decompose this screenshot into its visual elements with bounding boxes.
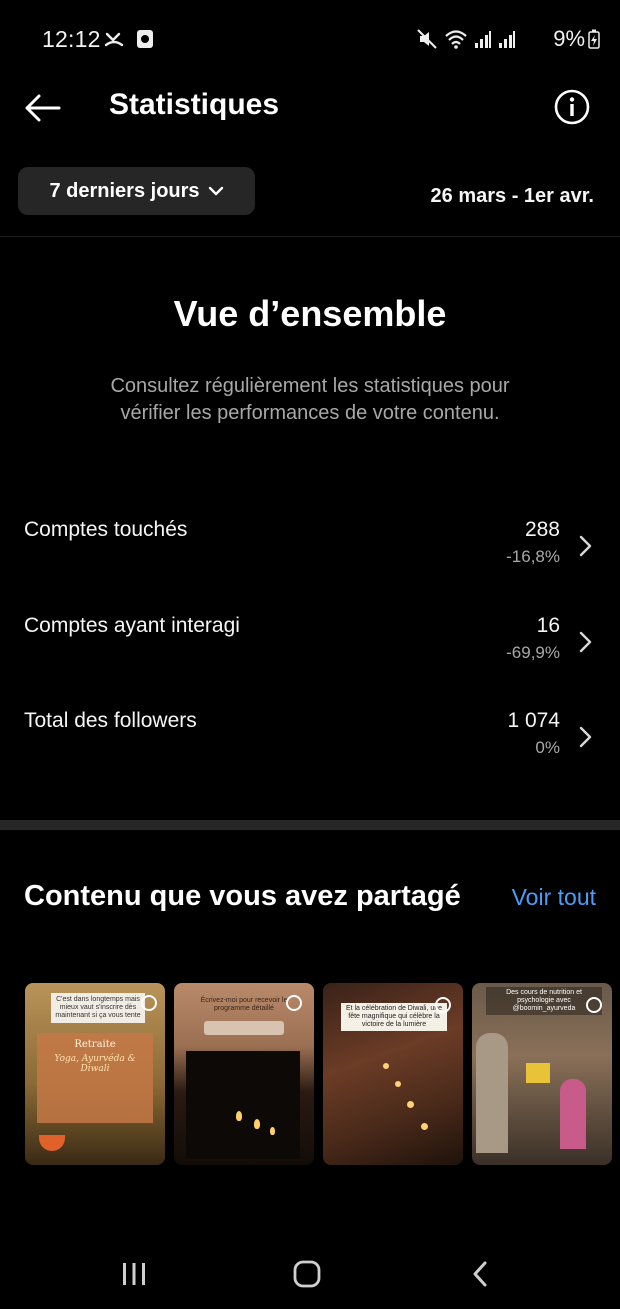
overview-title: Vue d’ensemble [173, 293, 447, 334]
period-label: 7 derniers jours [49, 179, 200, 202]
candle-flame-icon [254, 1119, 260, 1129]
candle-flame-icon [270, 1127, 275, 1135]
signal-icon-1 [475, 31, 491, 48]
signal-icon-2 [499, 31, 515, 48]
recent-apps-icon [123, 1263, 145, 1285]
story-ring-icon [141, 995, 157, 1011]
metric-row-accounts-reached[interactable]: Comptes touchés 288 -16,8% [0, 518, 620, 588]
metric-change: -69,9% [506, 643, 560, 662]
content-thumbnail-2[interactable]: Écrivez-moi pour recevoir le programme d… [174, 983, 314, 1165]
missed-call-icon [104, 32, 124, 47]
kitchen-object [526, 1063, 550, 1083]
mute-icon [417, 29, 437, 49]
content-thumbnail-3[interactable]: Et la célébration de Diwali, une fête ma… [323, 983, 463, 1165]
candle-flame-icon [236, 1111, 242, 1121]
status-right-icons [416, 26, 516, 52]
thumbnail-card: Retraite Yoga, Ayurvéda & Diwali [37, 1033, 153, 1123]
battery-charging-icon [588, 29, 600, 49]
section-divider [0, 820, 620, 830]
info-button[interactable] [554, 89, 590, 125]
divider [0, 236, 620, 237]
metric-change: -16,8% [506, 547, 560, 566]
metric-change: 0% [535, 738, 560, 757]
chevron-right-icon [579, 631, 592, 653]
metric-row-total-followers[interactable]: Total des followers 1 074 0% [0, 709, 620, 779]
page-title: Statistiques [109, 88, 280, 121]
question-box [204, 1021, 284, 1035]
period-dropdown[interactable]: 7 derniers jours [18, 167, 255, 215]
home-button[interactable] [287, 1256, 327, 1292]
story-ring-icon [435, 997, 451, 1013]
thumbnail-caption: Et la célébration de Diwali, une fête ma… [341, 1003, 447, 1031]
metric-value: 1 074 [507, 709, 560, 732]
wifi-icon [445, 30, 467, 49]
story-ring-icon [286, 995, 302, 1011]
metric-value: 16 [536, 614, 560, 637]
notification-app-icon [137, 30, 153, 48]
metric-label: Total des followers [24, 709, 197, 732]
person-figure [560, 1079, 586, 1149]
status-left-icons [104, 26, 154, 52]
thumbnail-subheading: Yoga, Ayurvéda & Diwali [54, 1054, 136, 1074]
person-figure [476, 1033, 508, 1153]
thumbnail-caption: Écrivez-moi pour recevoir le programme d… [200, 997, 288, 1012]
thumbnail-photo [186, 1051, 300, 1159]
status-time: 12:12 [42, 26, 101, 52]
content-thumbnail-1[interactable]: C'est dans longtemps mais mieux vaut s'i… [25, 983, 165, 1165]
candle-light-icon [407, 1101, 414, 1108]
candle-light-icon [421, 1123, 428, 1130]
date-range: 26 mars - 1er avr. [430, 185, 594, 207]
candle-light-icon [383, 1063, 389, 1069]
overview-subtitle: Consultez régulièrement les statistiques… [110, 375, 510, 424]
see-all-link[interactable]: Voir tout [512, 884, 596, 911]
thumbnail-caption: Des cours de nutrition et psychologie av… [486, 987, 602, 1015]
metric-label: Comptes touchés [24, 518, 188, 541]
chevron-right-icon [579, 726, 592, 748]
back-button[interactable] [22, 90, 62, 126]
system-back-button[interactable] [460, 1256, 500, 1292]
chevron-left-icon [473, 1261, 487, 1287]
candle-light-icon [395, 1081, 401, 1087]
metric-label: Comptes ayant interagi [24, 614, 240, 637]
battery-indicator: 9% [553, 26, 600, 52]
metric-value: 288 [524, 518, 560, 541]
arrow-left-icon [25, 94, 61, 122]
chevron-right-icon [579, 535, 592, 557]
thumbnail-caption: C'est dans longtemps mais mieux vaut s'i… [51, 993, 145, 1023]
chevron-down-icon [208, 186, 223, 196]
recent-apps-button[interactable] [114, 1256, 154, 1292]
metric-row-accounts-engaged[interactable]: Comptes ayant interagi 16 -69,9% [0, 614, 620, 684]
story-ring-icon [586, 997, 602, 1013]
diya-lamp-icon [39, 1135, 65, 1151]
home-icon [293, 1260, 321, 1288]
battery-percent: 9% [553, 26, 585, 51]
info-icon [554, 89, 590, 125]
shared-content-title: Contenu que vous avez partagé [24, 880, 461, 912]
thumbnail-heading: Retraite [74, 1039, 116, 1050]
content-thumbnail-4[interactable]: Des cours de nutrition et psychologie av… [472, 983, 612, 1165]
